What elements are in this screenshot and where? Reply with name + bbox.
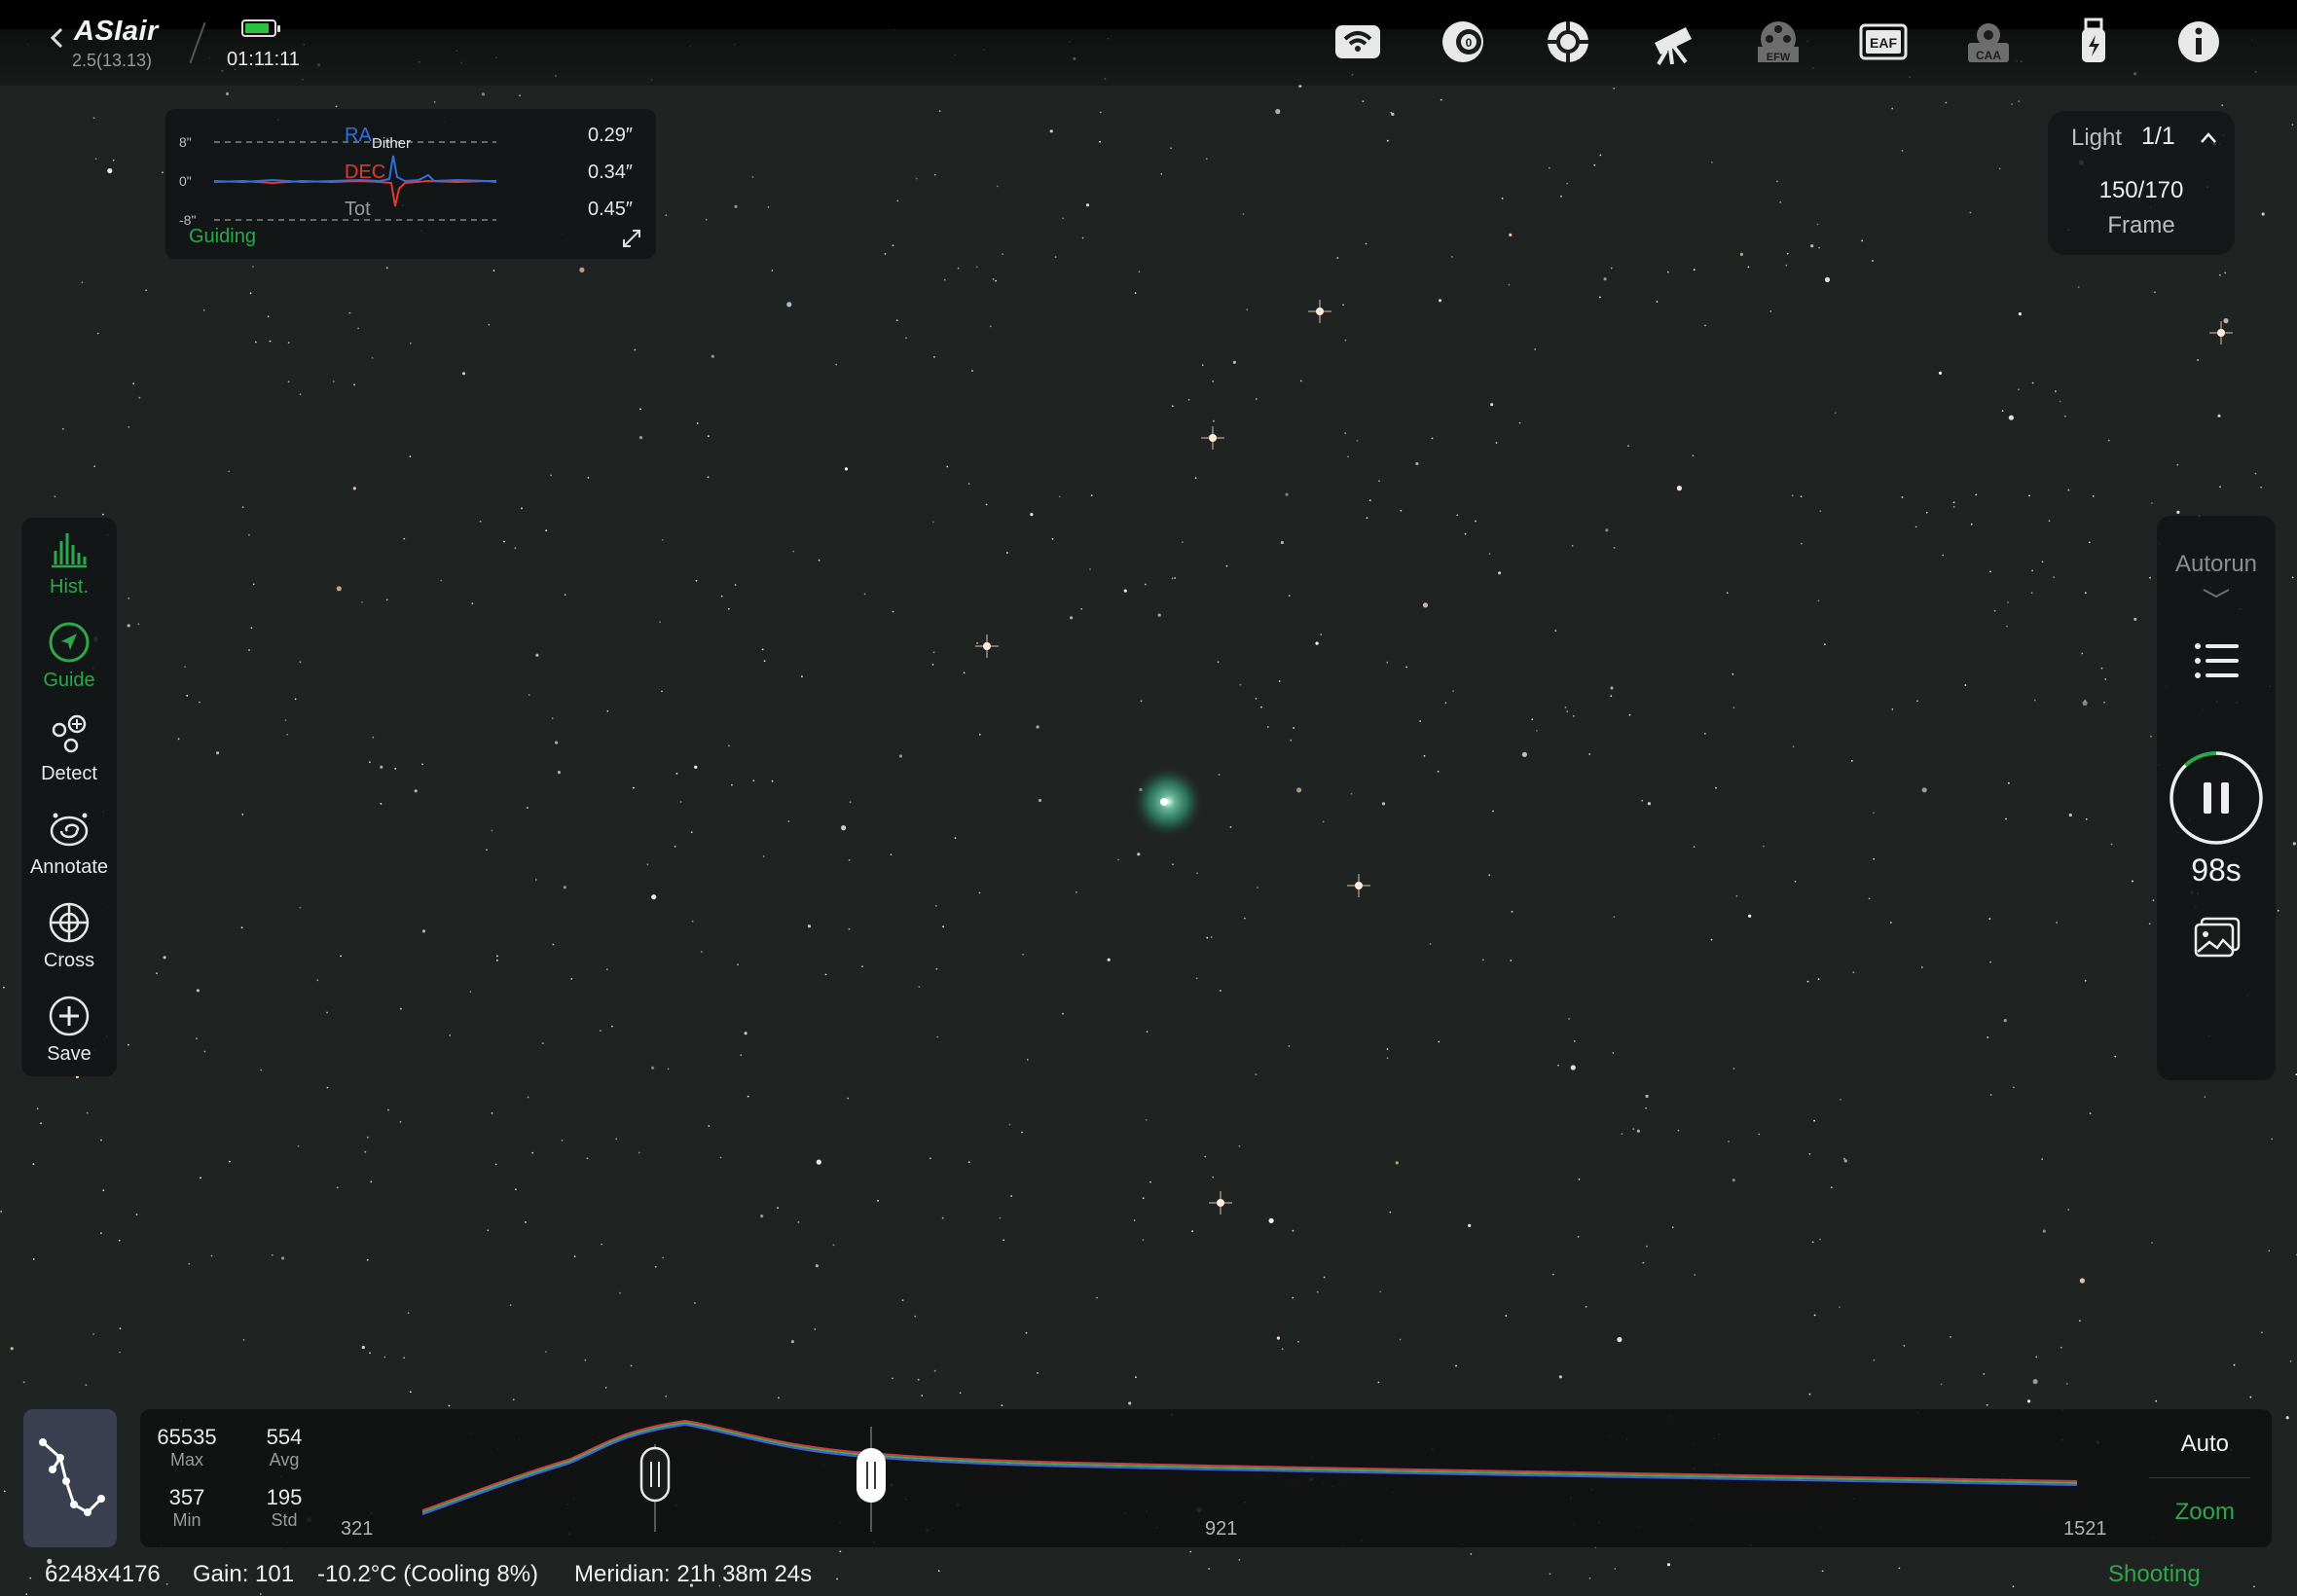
- guide-scope-icon[interactable]: [1540, 18, 1596, 66]
- hist-curve-green: [421, 1421, 2078, 1513]
- right-control-panel: Autorun 98s: [2157, 516, 2276, 1080]
- eaf-icon[interactable]: EAF: [1855, 18, 1912, 66]
- detect-icon: [52, 714, 87, 753]
- tool-histogram[interactable]: Hist.: [21, 527, 117, 617]
- guide-icon: [49, 622, 90, 663]
- status-resolution: 6248x4176: [45, 1561, 161, 1587]
- axis-top-label: 8": [179, 134, 192, 150]
- histogram-panel: 65535 Max 554 Avg 357 Min 195 Std 321 92…: [140, 1409, 2272, 1547]
- frame-count: 150/170: [2098, 177, 2184, 203]
- guiding-graph-panel[interactable]: 8" 0" -8" Dither RA 0.29″ DEC 0.34″ Tot …: [165, 109, 656, 259]
- guiding-status: Guiding: [189, 226, 256, 247]
- black-point-handle[interactable]: [639, 1446, 671, 1503]
- caa-icon[interactable]: CAA: [1960, 18, 2017, 66]
- back-chevron-icon[interactable]: [47, 27, 68, 49]
- tool-label: Save: [47, 1043, 91, 1065]
- histogram-icon: [52, 533, 87, 568]
- tool-guide[interactable]: Guide: [21, 621, 117, 710]
- exposure-progress-ring: [2184, 751, 2217, 767]
- frame-counter-panel[interactable]: Light 1/1 150/170 Frame: [2048, 111, 2235, 255]
- usb-icon[interactable]: [2065, 18, 2122, 66]
- frame-index: 1/1: [2141, 123, 2175, 150]
- dec-value: 0.34″: [588, 162, 634, 183]
- tool-detect[interactable]: Detect: [21, 714, 117, 804]
- tot-label: Tot: [345, 199, 371, 220]
- status-gain: Gain: 101: [193, 1561, 295, 1587]
- battery-level: [245, 23, 269, 33]
- dec-label: DEC: [345, 162, 386, 183]
- status-shooting: Shooting: [2108, 1561, 2201, 1587]
- ra-label: RA: [345, 125, 372, 146]
- top-bar: ASIair 2.5(13.13) 01:11:11 0 EFW EAF CAA: [0, 0, 2297, 86]
- battery-icon: [241, 19, 280, 37]
- app-version: 2.5(13.13): [72, 51, 153, 70]
- white-point-handle[interactable]: [857, 1448, 886, 1503]
- zoom-button[interactable]: Zoom: [2175, 1499, 2235, 1526]
- frame-type: Light: [2071, 125, 2123, 151]
- svg-text:EFW: EFW: [1767, 52, 1791, 63]
- divider: [189, 21, 206, 64]
- list-icon[interactable]: [2192, 638, 2241, 683]
- chevron-up-icon[interactable]: [2200, 130, 2217, 144]
- hist-tick-left: 321: [341, 1518, 374, 1540]
- camera-icon[interactable]: 0: [1435, 18, 1491, 66]
- wifi-icon[interactable]: [1330, 18, 1386, 66]
- divider: [2149, 1477, 2250, 1478]
- pause-icon: [2204, 782, 2211, 814]
- auto-stretch-button[interactable]: Auto: [2181, 1431, 2229, 1458]
- left-toolbar: Hist. Guide Detect Annotate Cross Save: [21, 518, 117, 1076]
- dither-annotation: Dither: [372, 135, 411, 152]
- annotate-icon: [50, 813, 89, 847]
- exposure-countdown: 98s: [2191, 852, 2242, 888]
- crosshair-icon: [49, 902, 90, 943]
- axis-mid-label: 0": [179, 173, 192, 189]
- frame-label: Frame: [2107, 212, 2175, 238]
- gallery-icon[interactable]: [2194, 917, 2241, 960]
- status-temperature: -10.2°C (Cooling 8%): [317, 1561, 539, 1587]
- ra-value: 0.29″: [588, 125, 634, 146]
- hist-tick-right: 1521: [2063, 1518, 2107, 1540]
- tool-cross[interactable]: Cross: [21, 901, 117, 991]
- clock: 01:11:11: [227, 49, 300, 70]
- svg-text:CAA: CAA: [1976, 49, 2001, 62]
- tool-label: Detect: [41, 763, 97, 784]
- status-meridian: Meridian: 21h 38m 24s: [574, 1561, 813, 1587]
- tool-label: Cross: [43, 950, 95, 971]
- tool-annotate[interactable]: Annotate: [21, 808, 117, 897]
- tool-label: Hist.: [50, 576, 89, 598]
- svg-text:EAF: EAF: [1870, 35, 1897, 51]
- tool-save[interactable]: Save: [21, 995, 117, 1084]
- hist-curve-blue: [421, 1423, 2078, 1515]
- save-icon: [49, 996, 90, 1036]
- tool-label: Annotate: [29, 856, 109, 878]
- autorun-label[interactable]: Autorun: [2157, 551, 2276, 578]
- pause-button[interactable]: [2168, 749, 2265, 847]
- tool-label: Guide: [43, 670, 95, 691]
- planetary-nebula: [1131, 765, 1205, 839]
- telescope-icon[interactable]: [1645, 18, 1701, 66]
- svg-text:0: 0: [1466, 36, 1473, 50]
- efw-icon[interactable]: EFW: [1750, 18, 1806, 66]
- tot-value: 0.45″: [588, 199, 634, 220]
- constellation-icon[interactable]: [23, 1409, 117, 1547]
- app-logo: ASIair: [74, 16, 159, 47]
- expand-icon[interactable]: [621, 228, 642, 249]
- info-icon[interactable]: [2170, 18, 2227, 66]
- hist-tick-mid: 921: [1205, 1518, 1238, 1540]
- hist-curve-red: [421, 1419, 2078, 1511]
- chevron-down-icon[interactable]: [2202, 588, 2231, 599]
